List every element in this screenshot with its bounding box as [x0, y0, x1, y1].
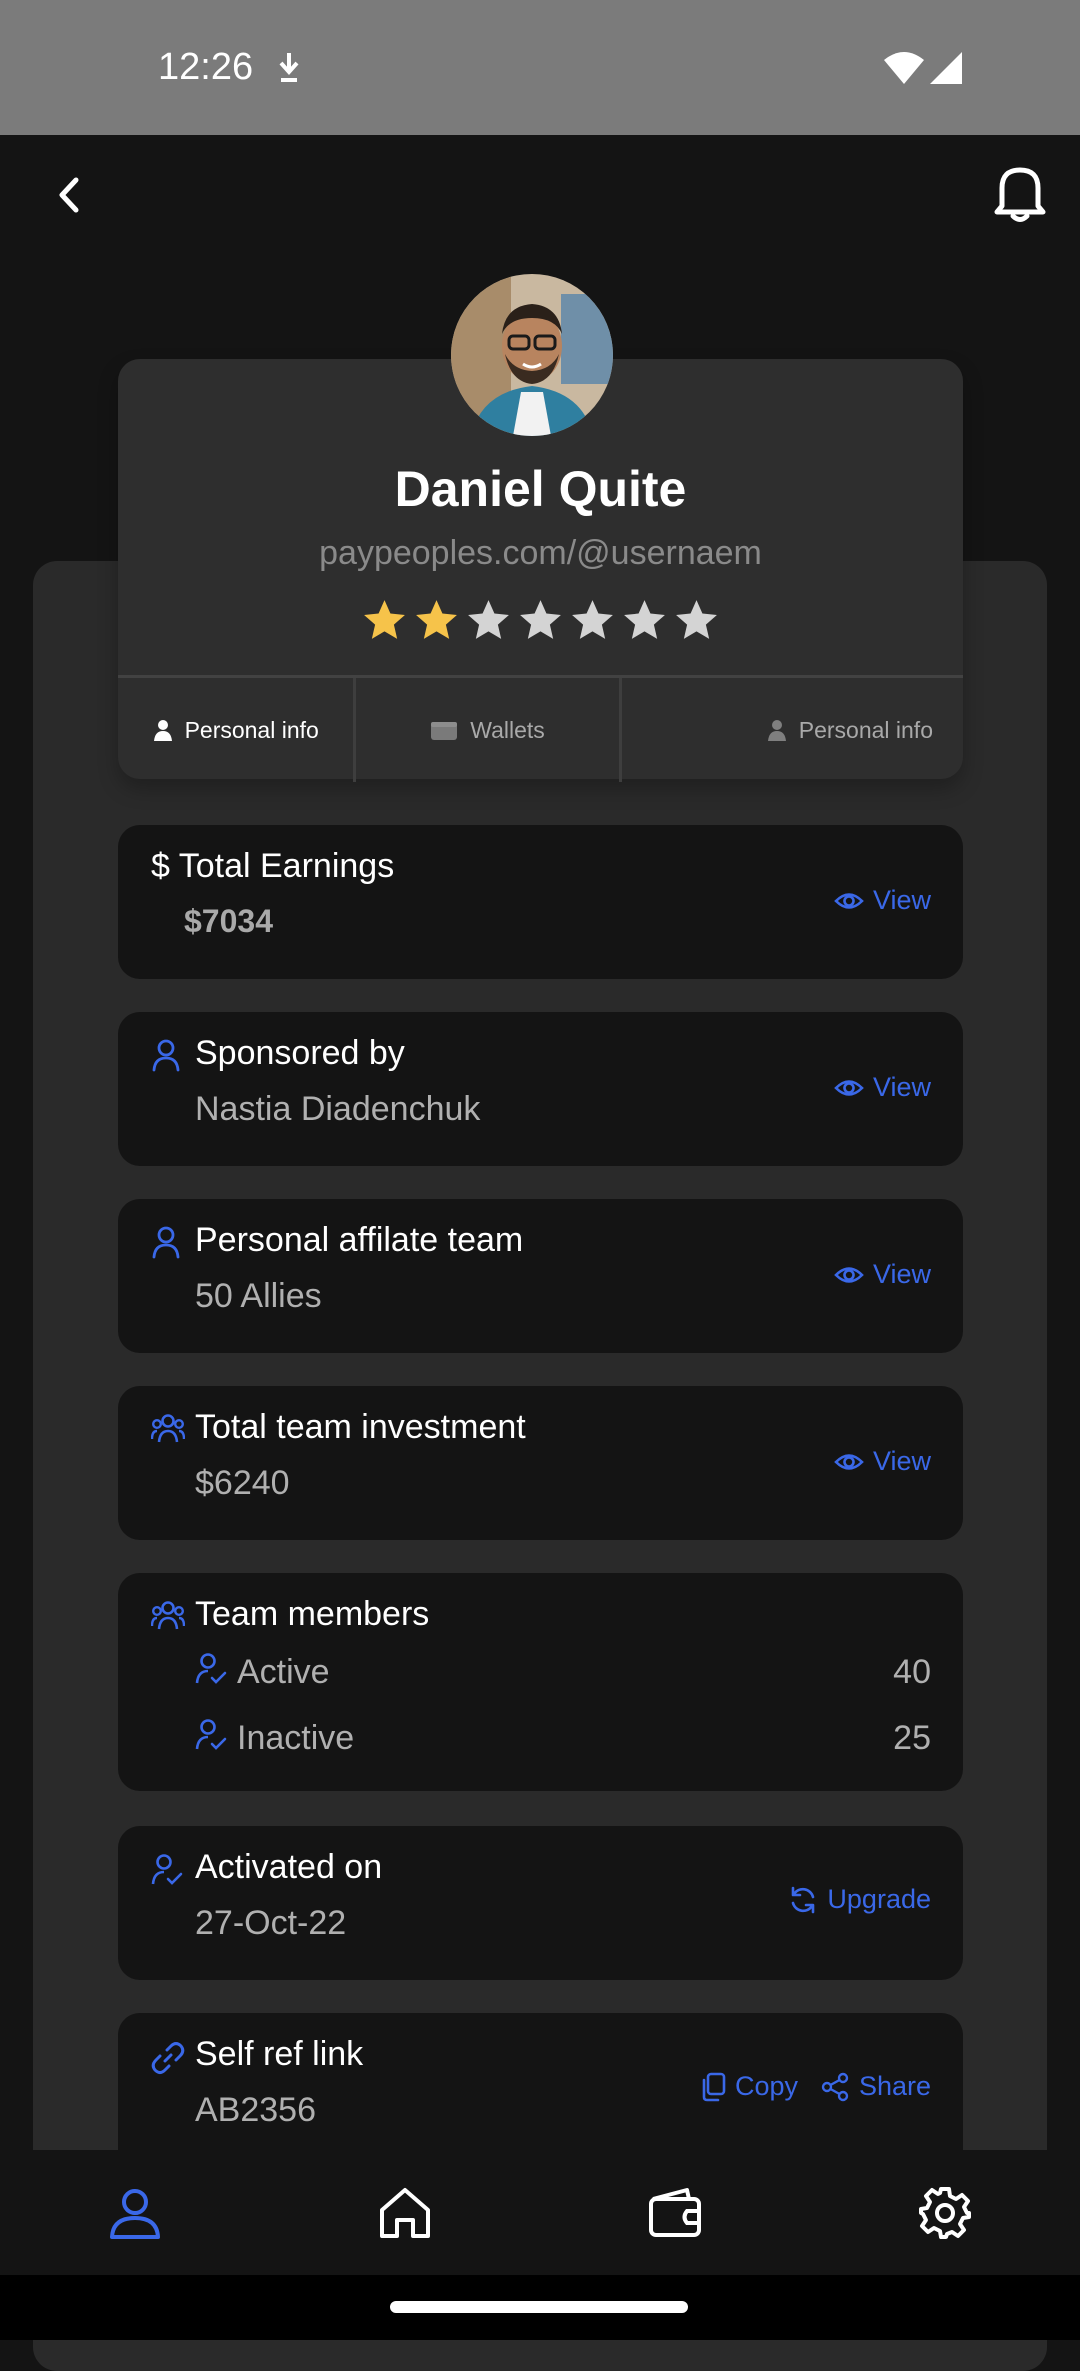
- active-label: Active: [237, 1653, 330, 1691]
- status-bar: 12:26: [0, 0, 1080, 135]
- tab-label: Personal info: [184, 716, 319, 743]
- user-icon: [153, 718, 173, 742]
- eye-icon: [834, 1266, 864, 1283]
- card-title: Activated on: [195, 1848, 383, 1886]
- inactive-count: 25: [893, 1719, 931, 1757]
- profile-handle: paypeoples.com/@usernaem: [319, 534, 762, 572]
- users-group-icon: [150, 1599, 186, 1636]
- status-time: 12:26: [158, 46, 254, 88]
- affiliate-count: 50 Allies: [195, 1277, 322, 1315]
- view-label: View: [872, 1259, 931, 1289]
- user-check-icon: [151, 1852, 183, 1891]
- home-indicator[interactable]: [390, 2301, 688, 2313]
- star-empty-icon: [572, 600, 613, 639]
- tab-label: Personal info: [798, 716, 933, 743]
- home-icon: [380, 2187, 430, 2238]
- upgrade-label: Upgrade: [827, 1884, 931, 1914]
- tab-wallets[interactable]: Wallets: [356, 678, 622, 782]
- user-check-icon: [195, 1717, 227, 1760]
- total-earnings-card: $ Total Earnings $7034 View: [118, 825, 963, 979]
- earnings-value: $7034: [184, 903, 273, 939]
- refresh-icon: [792, 1886, 815, 1913]
- upgrade-button[interactable]: Upgrade: [788, 1884, 931, 1915]
- share-label: Share: [858, 2071, 931, 2101]
- eye-icon: [834, 892, 864, 909]
- users-group-icon: [150, 1412, 186, 1449]
- eye-icon: [834, 1453, 864, 1470]
- inactive-label: Inactive: [237, 1719, 355, 1757]
- copy-label: Copy: [734, 2071, 798, 2101]
- card-title: Total team investment: [195, 1408, 526, 1446]
- view-sponsor-button[interactable]: View: [834, 1072, 931, 1103]
- affiliate-team-card: Personal affilate team 50 Allies View: [118, 1199, 963, 1353]
- user-icon: [767, 718, 787, 742]
- avatar: [451, 274, 613, 436]
- copy-button[interactable]: Copy: [700, 2071, 798, 2102]
- star-empty-icon: [468, 600, 509, 639]
- nav-settings[interactable]: [915, 2183, 975, 2243]
- card-title: Sponsored by: [195, 1034, 405, 1072]
- user-icon: [151, 1038, 181, 1077]
- card-title: $ Total Earnings: [151, 847, 395, 885]
- copy-icon: [702, 2072, 726, 2101]
- star-empty-icon: [676, 600, 717, 639]
- eye-icon: [834, 1079, 864, 1096]
- view-affiliate-button[interactable]: View: [834, 1259, 931, 1290]
- star-filled-icon: [416, 600, 457, 639]
- wallet-icon: [649, 2187, 701, 2237]
- tab-personal-info-2[interactable]: Personal info: [622, 678, 963, 782]
- sponsor-name: Nastia Diadenchuk: [195, 1090, 481, 1128]
- ref-code: AB2356: [195, 2091, 316, 2129]
- bottom-nav: [0, 2150, 1080, 2275]
- user-icon: [151, 1225, 181, 1264]
- star-filled-icon: [364, 600, 405, 639]
- gear-icon: [919, 2186, 971, 2239]
- tab-label: Wallets: [470, 716, 545, 743]
- active-count: 40: [893, 1653, 931, 1691]
- nav-profile[interactable]: [105, 2183, 165, 2243]
- nav-wallet[interactable]: [645, 2183, 705, 2243]
- signal-icon: [928, 50, 964, 91]
- star-empty-icon: [624, 600, 665, 639]
- team-investment-card: Total team investment $6240 View: [118, 1386, 963, 1540]
- rating-stars: [360, 596, 725, 646]
- tab-personal-info[interactable]: Personal info: [118, 678, 357, 782]
- profile-name: Daniel Quite: [394, 461, 687, 517]
- user-check-icon: [195, 1651, 227, 1694]
- user-icon: [110, 2188, 160, 2239]
- chevron-left-icon: [59, 177, 79, 213]
- self-ref-link-card: Self ref link AB2356 Copy Share: [118, 2013, 963, 2150]
- view-label: View: [872, 1446, 931, 1476]
- card-title: Self ref link: [195, 2035, 364, 2073]
- share-icon: [821, 2072, 849, 2101]
- wifi-icon: [882, 50, 926, 91]
- share-button[interactable]: Share: [820, 2071, 931, 2102]
- activated-on-card: Activated on 27-Oct-22 Upgrade: [118, 1826, 963, 1980]
- download-icon: [276, 50, 302, 89]
- team-members-card: Team members Active 40 Inactive 25: [118, 1573, 963, 1791]
- back-button[interactable]: [50, 170, 90, 220]
- notification-button[interactable]: [990, 160, 1050, 224]
- view-earnings-button[interactable]: View: [834, 885, 931, 916]
- card-title: Team members: [195, 1595, 430, 1633]
- star-empty-icon: [520, 600, 561, 639]
- inactive-members-row: Inactive 25: [195, 1717, 931, 1760]
- gesture-bar: [0, 2275, 1080, 2340]
- view-label: View: [872, 885, 931, 915]
- bell-icon: [994, 167, 1046, 222]
- link-icon: [151, 2041, 185, 2080]
- view-label: View: [872, 1072, 931, 1102]
- investment-value: $6240: [195, 1464, 290, 1502]
- activation-date: 27-Oct-22: [195, 1904, 347, 1942]
- sponsored-by-card: Sponsored by Nastia Diadenchuk View: [118, 1012, 963, 1166]
- view-investment-button[interactable]: View: [834, 1446, 931, 1477]
- card-title: Personal affilate team: [195, 1221, 524, 1259]
- nav-home[interactable]: [375, 2183, 435, 2243]
- profile-tabs: Personal info Wallets Personal info: [118, 675, 963, 782]
- active-members-row: Active 40: [195, 1651, 931, 1694]
- wallet-icon: [430, 719, 458, 741]
